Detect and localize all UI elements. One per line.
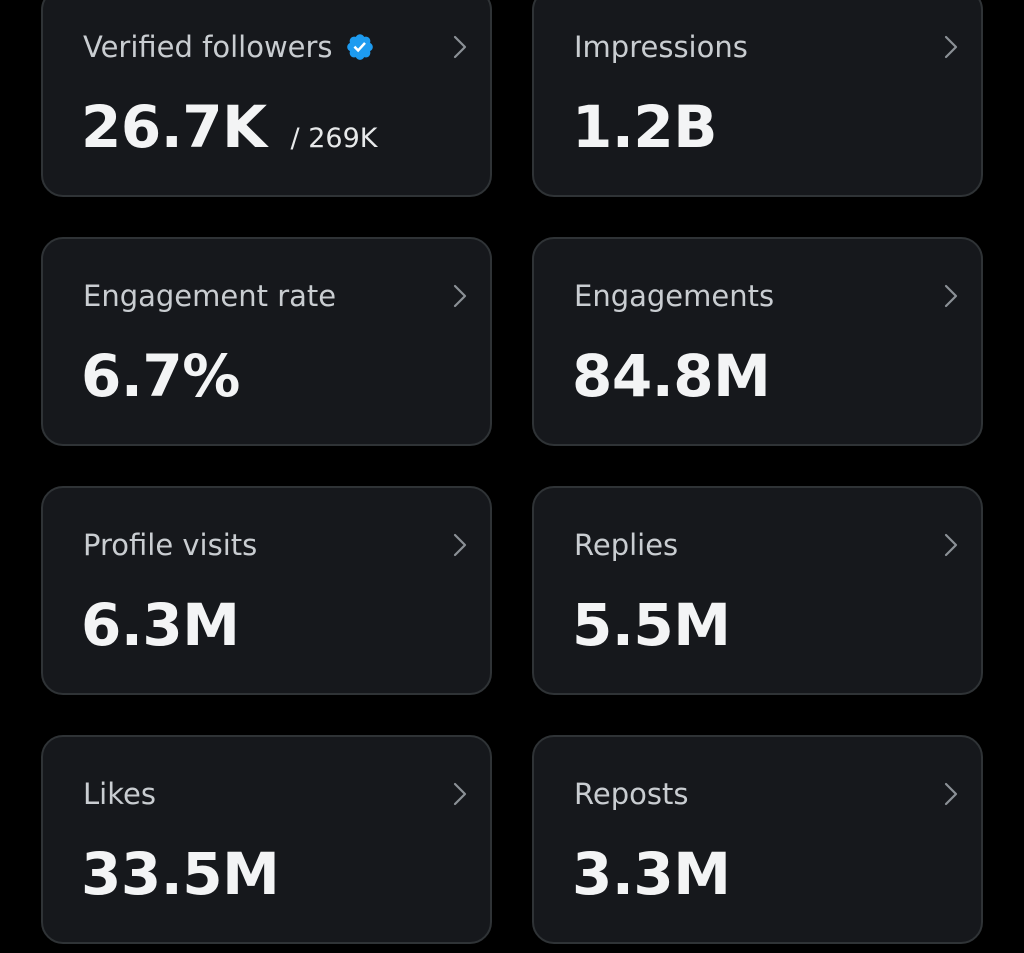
chevron-right-icon bbox=[944, 284, 958, 308]
card-value-row: 1.2B bbox=[572, 95, 717, 159]
card-value-row: 5.5M bbox=[572, 591, 731, 659]
card-replies[interactable]: Replies 5.5M bbox=[532, 486, 983, 695]
card-value-row: 6.7% bbox=[81, 344, 240, 408]
card-label: Engagement rate bbox=[83, 279, 337, 313]
card-impressions[interactable]: Impressions 1.2B bbox=[532, 0, 983, 197]
card-value-row: 84.8M bbox=[572, 342, 771, 410]
card-value: 6.7% bbox=[81, 342, 240, 410]
card-label: Verified followers bbox=[83, 30, 333, 64]
chevron-right-icon bbox=[944, 533, 958, 557]
chevron-right-icon bbox=[944, 35, 958, 59]
card-value: 84.8M bbox=[572, 342, 771, 410]
card-value: 5.5M bbox=[572, 591, 731, 659]
card-value: 6.3M bbox=[81, 591, 240, 659]
card-value: 33.5M bbox=[81, 840, 280, 908]
chevron-right-icon bbox=[453, 35, 467, 59]
card-value: 1.2B bbox=[572, 93, 717, 161]
card-engagements[interactable]: Engagements 84.8M bbox=[532, 237, 983, 446]
card-value-row: 3.3M bbox=[572, 840, 731, 908]
card-value-row: 26.7K / 269K bbox=[81, 95, 377, 159]
metrics-grid: Verified followers 26.7K / 269K Impressi… bbox=[41, 0, 983, 944]
card-value-row: 33.5M bbox=[81, 840, 280, 908]
card-label: Replies bbox=[574, 528, 679, 562]
card-value-row: 6.3M bbox=[81, 591, 240, 659]
card-sub-value: / 269K bbox=[290, 123, 378, 154]
card-label: Likes bbox=[83, 777, 156, 811]
card-value: 3.3M bbox=[572, 840, 731, 908]
chevron-right-icon bbox=[453, 533, 467, 557]
chevron-right-icon bbox=[453, 284, 467, 308]
card-label: Profile visits bbox=[83, 528, 258, 562]
chevron-right-icon bbox=[453, 782, 467, 806]
chevron-right-icon bbox=[944, 782, 958, 806]
card-label: Impressions bbox=[574, 30, 748, 64]
card-likes[interactable]: Likes 33.5M bbox=[41, 735, 492, 944]
card-value: 26.7K bbox=[81, 93, 267, 161]
card-label: Reposts bbox=[574, 777, 689, 811]
card-label-wrap: Verified followers bbox=[83, 30, 375, 64]
card-label: Engagements bbox=[574, 279, 775, 313]
card-reposts[interactable]: Reposts 3.3M bbox=[532, 735, 983, 944]
card-verified-followers[interactable]: Verified followers 26.7K / 269K bbox=[41, 0, 492, 197]
card-profile-visits[interactable]: Profile visits 6.3M bbox=[41, 486, 492, 695]
card-engagement-rate[interactable]: Engagement rate 6.7% bbox=[41, 237, 492, 446]
verified-badge-icon bbox=[346, 34, 373, 60]
